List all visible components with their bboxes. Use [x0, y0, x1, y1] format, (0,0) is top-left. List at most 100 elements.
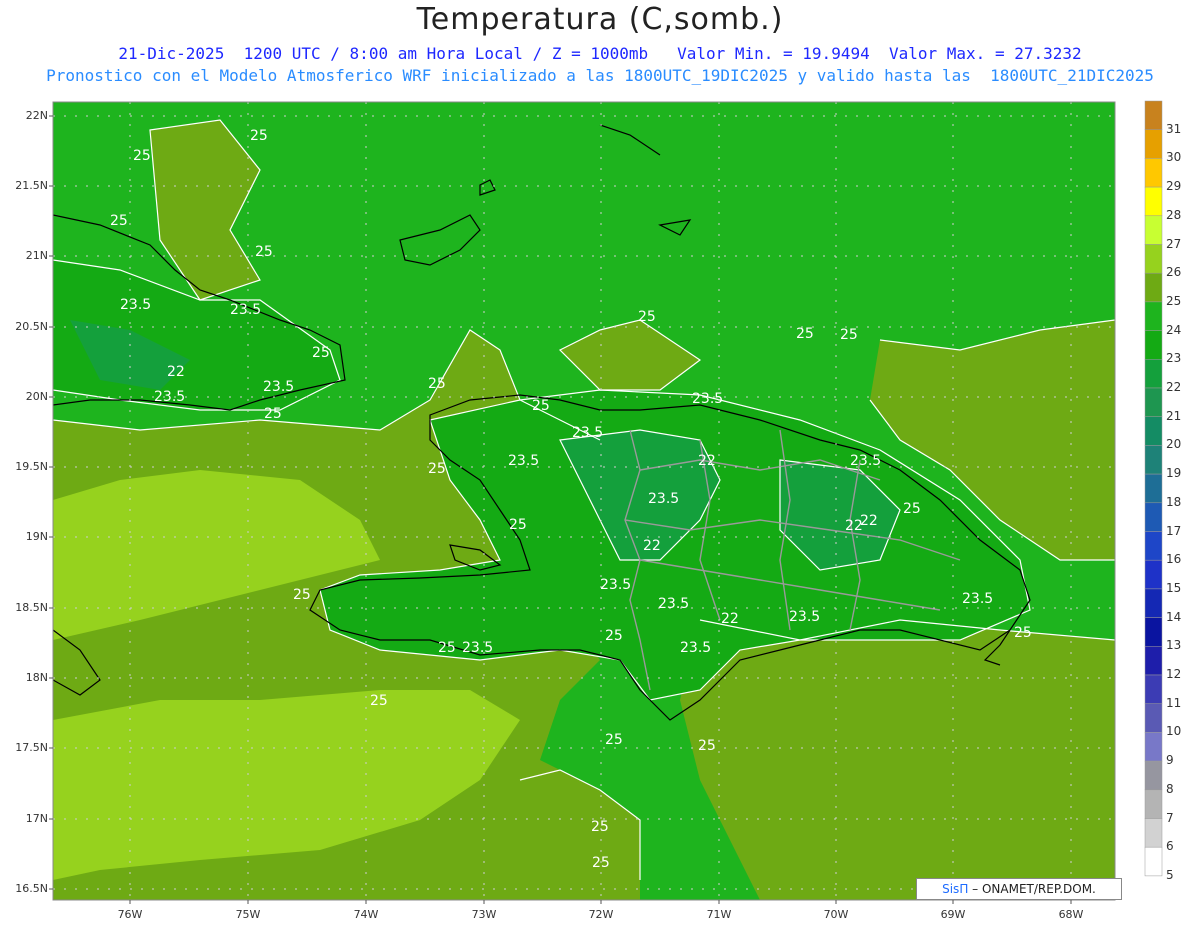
credit-text: – ONAMET/REP.DOM. [968, 882, 1096, 896]
contour-label: 25 [532, 398, 550, 414]
colorbar-swatch [1144, 502, 1163, 532]
contour-label: 23.5 [263, 379, 294, 395]
credit-brand: SisΠ [942, 882, 969, 896]
contour-label: 25 [591, 819, 609, 835]
lat-label: 19N [25, 530, 48, 543]
colorbar-level-label: 11 [1166, 696, 1182, 710]
contour-label: 22 [860, 513, 878, 529]
colorbar-level-label: 24 [1166, 323, 1182, 337]
lat-label: 19.5N [15, 460, 48, 473]
colorbar-swatch [1144, 330, 1163, 360]
colorbar-swatch [1144, 646, 1163, 676]
lon-label: 71W [706, 908, 732, 921]
colorbar-level-label: 26 [1166, 265, 1182, 279]
colorbar-swatch [1144, 588, 1163, 618]
contour-label: 25 [1014, 625, 1032, 641]
colorbar-swatch [1144, 789, 1163, 819]
contour-label: 25 [840, 327, 858, 343]
colorbar-level-label: 27 [1166, 237, 1182, 251]
colorbar-swatch [1144, 416, 1163, 446]
contour-label: 25 [370, 693, 388, 709]
colorbar-level-label: 10 [1166, 724, 1182, 738]
contour-label: 23.5 [154, 389, 185, 405]
colorbar-level-label: 13 [1166, 638, 1182, 652]
lat-label: 22N [25, 109, 48, 122]
colorbar-level-label: 12 [1166, 667, 1182, 681]
contour-label: 25 [133, 148, 151, 164]
colorbar-swatch [1144, 301, 1163, 331]
credit-box: SisΠ – ONAMET/REP.DOM. [916, 878, 1122, 900]
colorbar-swatch [1144, 244, 1163, 274]
contour-label: 23.5 [658, 596, 689, 612]
contour-label: 23.5 [600, 577, 631, 593]
colorbar-swatch [1144, 215, 1163, 245]
colorbar-level-label: 21 [1166, 409, 1182, 423]
lat-label: 17.5N [15, 741, 48, 754]
colorbar-swatch [1144, 559, 1163, 590]
contour-label: 23.5 [648, 491, 679, 507]
lon-label: 72W [588, 908, 614, 921]
colorbar-swatch [1144, 818, 1163, 848]
lat-label: 17N [25, 812, 48, 825]
colorbar-level-label: 17 [1166, 524, 1182, 538]
contour-label: 22 [167, 364, 185, 380]
contour-label: 25 [293, 587, 311, 603]
colorbar-swatch [1144, 100, 1163, 130]
contour-label: 25 [312, 345, 330, 361]
colorbar-level-label: 19 [1166, 466, 1182, 480]
lat-label: 20.5N [15, 320, 48, 333]
lat-label: 20N [25, 390, 48, 403]
colorbar-level-label: 30 [1166, 150, 1182, 164]
contour-label: 25 [110, 213, 128, 229]
lon-label: 68W [1058, 908, 1084, 921]
contour-label: 25 [264, 406, 282, 422]
colorbar-swatch [1144, 760, 1163, 791]
lon-label: 74W [353, 908, 379, 921]
contour-label: 23.5 [850, 453, 881, 469]
colorbar-level-label: 15 [1166, 581, 1182, 595]
colorbar-level-label: 25 [1166, 294, 1182, 308]
lon-label: 69W [940, 908, 966, 921]
colorbar-level-label: 22 [1166, 380, 1182, 394]
contour-label: 25 [698, 738, 716, 754]
colorbar-level-label: 16 [1166, 552, 1182, 566]
colorbar-swatch [1144, 272, 1163, 303]
contour-label: 25 [638, 309, 656, 325]
lon-label: 73W [471, 908, 497, 921]
lon-label: 75W [235, 908, 261, 921]
colorbar-level-label: 9 [1166, 753, 1174, 767]
contour-label: 25 [255, 244, 273, 260]
colorbar-swatch [1144, 703, 1163, 733]
contour-label: 25 [903, 501, 921, 517]
lon-label: 70W [823, 908, 849, 921]
lat-label: 16.5N [15, 882, 48, 895]
colorbar-swatch [1144, 732, 1163, 762]
contour-label: 25 [438, 640, 456, 656]
contour-label: 25 [592, 855, 610, 871]
colorbar-level-label: 31 [1166, 122, 1182, 136]
contour-label: 23.5 [230, 302, 261, 318]
colorbar-swatch [1144, 359, 1163, 389]
colorbar-level-label: 8 [1166, 782, 1174, 796]
colorbar-swatch [1144, 158, 1163, 188]
contour-label: 25 [796, 326, 814, 342]
colorbar-level-label: 7 [1166, 811, 1174, 825]
colorbar-swatch [1144, 846, 1163, 877]
contour-label: 25 [250, 128, 268, 144]
contour-label: 22 [721, 611, 739, 627]
colorbar-swatch [1144, 387, 1163, 417]
colorbar-level-label: 29 [1166, 179, 1182, 193]
contour-label: 23.5 [572, 425, 603, 441]
temperature-map: 25 25 25 25 25 23.5 23.5 25 22 23.5 23.5… [49, 100, 1163, 904]
contour-label: 23.5 [120, 297, 151, 313]
contour-label: 25 [605, 732, 623, 748]
lat-label: 18.5N [15, 601, 48, 614]
colorbar-level-label: 5 [1166, 868, 1174, 882]
contour-label: 23.5 [789, 609, 820, 625]
lat-label: 21N [25, 249, 48, 262]
contour-label: 25 [428, 376, 446, 392]
colorbar-level-label: 14 [1166, 610, 1182, 624]
lat-label: 21.5N [15, 179, 48, 192]
colorbar-swatch [1144, 531, 1163, 561]
colorbar-swatch [1144, 129, 1163, 159]
